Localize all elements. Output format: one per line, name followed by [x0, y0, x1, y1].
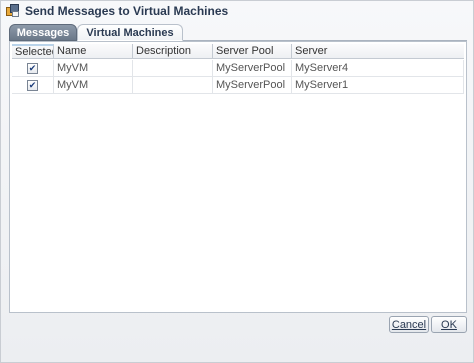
tab-messages[interactable]: Messages [9, 24, 77, 41]
send-messages-dialog: Send Messages to Virtual Machines Messag… [0, 0, 474, 363]
vm-messages-icon [6, 4, 20, 18]
column-header-name[interactable]: Name [54, 44, 133, 59]
ok-button[interactable]: OK [431, 316, 467, 333]
cell-name: MyVM [54, 60, 133, 76]
cell-name: MyVM [54, 77, 133, 93]
tab-bar: Messages Virtual Machines [9, 24, 467, 41]
cell-description [133, 77, 213, 93]
ok-button-label: OK [441, 318, 457, 331]
cell-server-pool: MyServerPool [213, 77, 292, 93]
cell-server: MyServer1 [292, 77, 464, 93]
column-header-server-pool[interactable]: Server Pool [213, 44, 292, 59]
title-bar: Send Messages to Virtual Machines [1, 1, 473, 21]
cancel-button[interactable]: Cancel [389, 316, 429, 333]
cell-server-pool: MyServerPool [213, 60, 292, 76]
dialog-title: Send Messages to Virtual Machines [25, 4, 229, 18]
row-select-checkbox[interactable]: ✔ [27, 79, 38, 91]
table-row[interactable]: ✔ MyVM MyServerPool MyServer4 [12, 60, 464, 77]
virtual-machines-panel: Selected Name Description Server Pool Se… [9, 41, 467, 313]
cell-server: MyServer4 [292, 60, 464, 76]
row-select-checkbox[interactable]: ✔ [27, 62, 38, 74]
cell-description [133, 60, 213, 76]
column-header-server[interactable]: Server [292, 44, 464, 59]
column-header-description[interactable]: Description [133, 44, 213, 59]
tab-virtual-machines[interactable]: Virtual Machines [77, 24, 183, 41]
table-header: Selected Name Description Server Pool Se… [12, 44, 464, 59]
column-header-selected[interactable]: Selected [12, 44, 54, 59]
table-row[interactable]: ✔ MyVM MyServerPool MyServer1 [12, 77, 464, 94]
cancel-button-label: Cancel [391, 318, 427, 331]
